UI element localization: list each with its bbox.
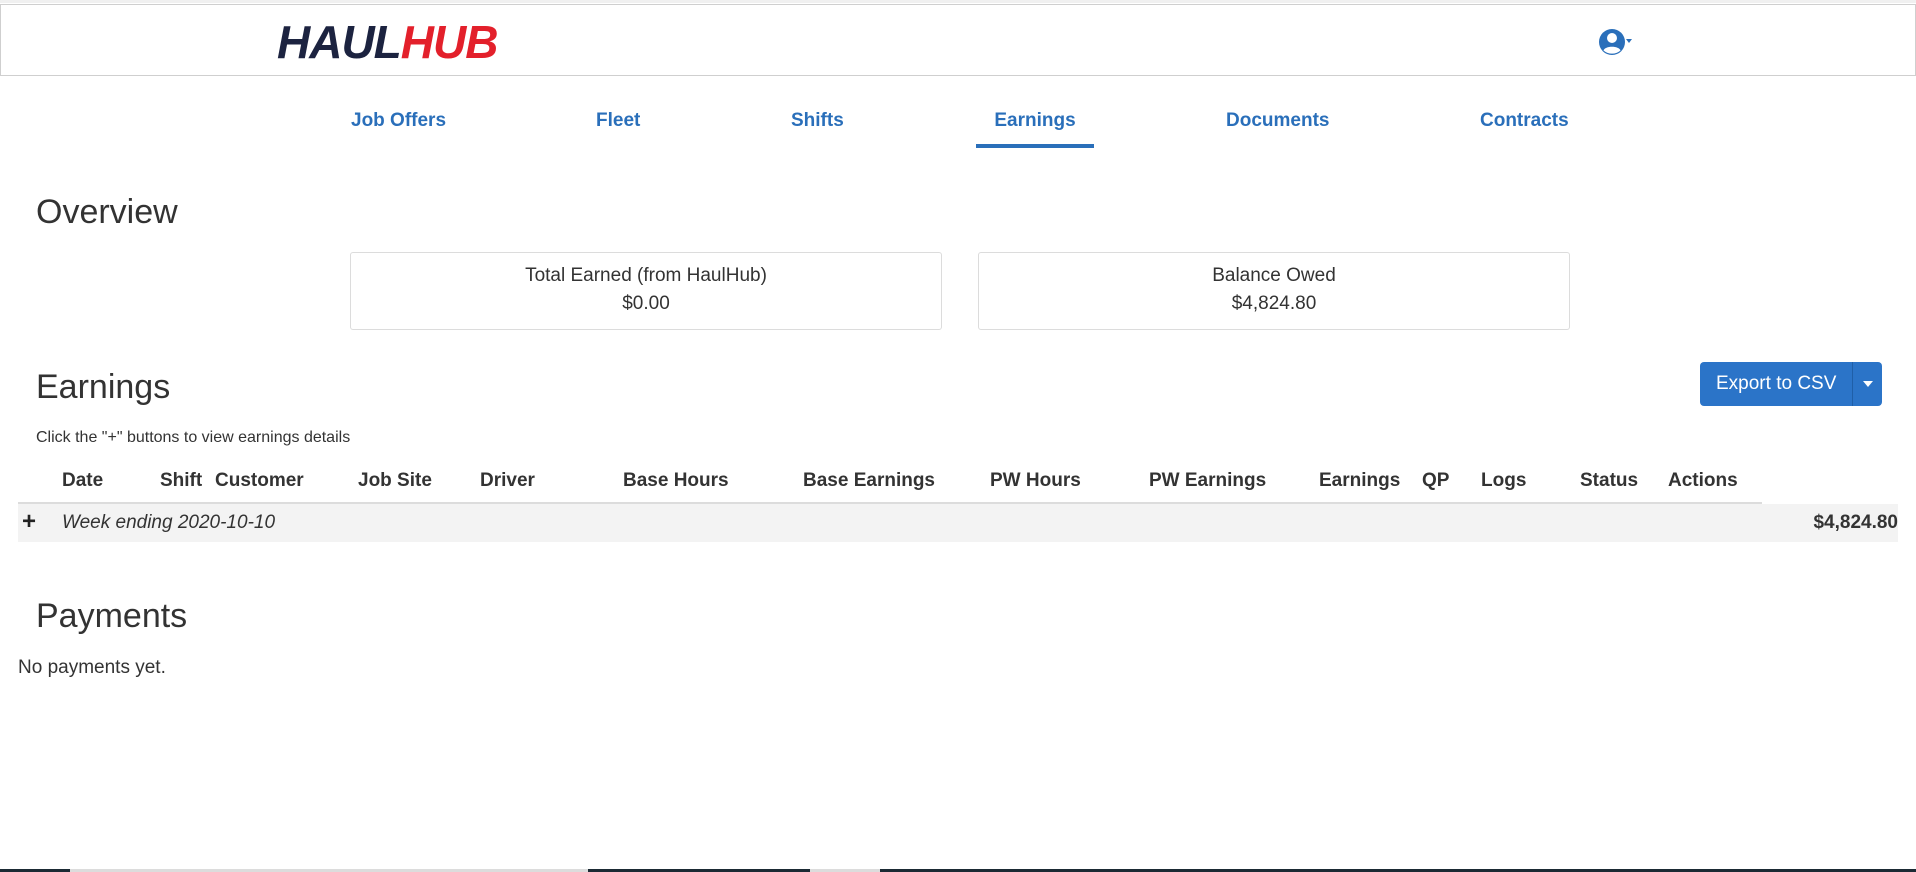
week-group-row[interactable]: + Week ending 2020-10-10 $4,824.80 <box>18 504 1898 542</box>
logo-part-haul: HAUL <box>277 16 402 68</box>
no-payments-message: No payments yet. <box>18 657 166 678</box>
week-total: $4,824.80 <box>1813 512 1898 533</box>
column-header-logs[interactable]: Logs <box>1481 470 1526 492</box>
user-menu-button[interactable] <box>1599 27 1633 57</box>
tab-job-offers[interactable]: Job Offers <box>351 110 446 144</box>
balance-owed-value: $4,824.80 <box>1231 293 1317 314</box>
tab-shifts[interactable]: Shifts <box>791 110 844 144</box>
main-nav: Job Offers Fleet Shifts Earnings Documen… <box>0 100 1916 148</box>
user-circle-icon <box>1599 29 1632 55</box>
column-header-pw-earnings[interactable]: PW Earnings <box>1149 470 1266 492</box>
total-earned-card: Total Earned (from HaulHub) $0.00 <box>350 252 942 330</box>
column-header-status[interactable]: Status <box>1580 470 1638 492</box>
tab-earnings[interactable]: Earnings <box>976 110 1094 148</box>
total-earned-label: Total Earned (from HaulHub) <box>525 265 767 286</box>
column-header-driver[interactable]: Driver <box>480 470 535 492</box>
earnings-title: Earnings <box>36 368 171 406</box>
top-strip <box>0 0 1916 3</box>
week-label: Week ending 2020-10-10 <box>62 512 276 533</box>
tab-fleet[interactable]: Fleet <box>596 110 640 144</box>
earnings-table-header: Date Shift Customer Job Site Driver Base… <box>18 466 1762 504</box>
column-header-job-site[interactable]: Job Site <box>358 470 432 492</box>
column-header-date[interactable]: Date <box>62 470 103 492</box>
export-csv-button[interactable]: Export to CSV <box>1700 362 1853 406</box>
earnings-hint: Click the "+" buttons to view earnings d… <box>36 429 351 446</box>
balance-owed-label: Balance Owed <box>1212 265 1336 286</box>
payments-title: Payments <box>36 597 188 635</box>
column-header-earnings[interactable]: Earnings <box>1319 470 1400 492</box>
balance-owed-card: Balance Owed $4,824.80 <box>978 252 1570 330</box>
column-header-customer[interactable]: Customer <box>215 470 304 492</box>
tab-contracts[interactable]: Contracts <box>1480 110 1569 144</box>
caret-down-icon <box>1626 39 1632 43</box>
column-header-actions: Actions <box>1668 470 1738 491</box>
caret-down-icon <box>1862 381 1873 387</box>
overview-title: Overview <box>36 193 178 231</box>
total-earned-value: $0.00 <box>622 293 670 314</box>
haulhub-logo[interactable]: HAULHUB <box>277 16 499 68</box>
export-options-toggle[interactable] <box>1852 362 1883 406</box>
column-header-pw-hours[interactable]: PW Hours <box>990 470 1081 492</box>
column-header-base-hours[interactable]: Base Hours <box>623 470 729 492</box>
tab-documents[interactable]: Documents <box>1226 110 1329 144</box>
expand-week-button[interactable]: + <box>22 510 36 534</box>
column-header-qp[interactable]: QP <box>1422 470 1449 492</box>
export-button-group: Export to CSV <box>1700 362 1883 406</box>
app-header: HAULHUB <box>0 4 1916 76</box>
column-header-shift[interactable]: Shift <box>160 470 202 492</box>
column-header-base-earnings[interactable]: Base Earnings <box>803 470 935 492</box>
logo-part-hub: HUB <box>400 16 499 68</box>
